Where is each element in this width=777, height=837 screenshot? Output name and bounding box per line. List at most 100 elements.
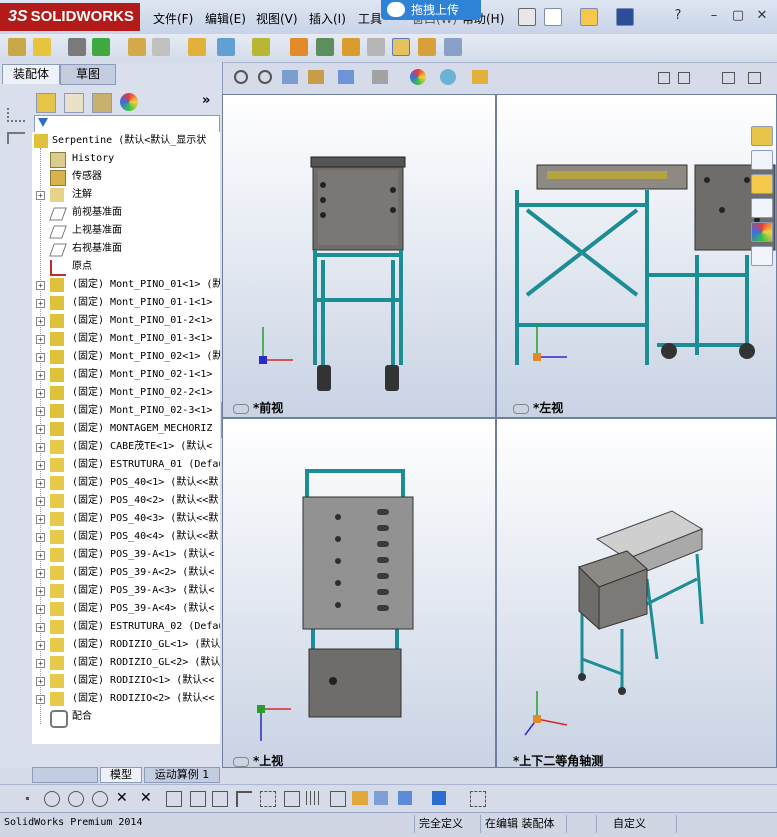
appearance-tab-icon[interactable]	[120, 93, 138, 111]
task-pane-appearances-icon[interactable]	[751, 222, 773, 242]
expand-icon[interactable]: +	[36, 335, 45, 344]
filter-bar[interactable]	[34, 115, 220, 133]
tile-horizontal-icon[interactable]	[678, 72, 690, 84]
tree-item[interactable]: + (固定) RODIZIO_GL<1> (默认	[32, 636, 220, 654]
tree-item[interactable]: + (固定) Mont_PINO_01<1> (默	[32, 276, 220, 294]
tree-item[interactable]: + (固定) Mont_PINO_01-2<1>	[32, 312, 220, 330]
expand-icon[interactable]: +	[36, 641, 45, 650]
pin-icon[interactable]	[518, 8, 536, 26]
expand-icon[interactable]: +	[36, 623, 45, 632]
expand-icon[interactable]: +	[36, 281, 45, 290]
snapshot-icon[interactable]	[444, 38, 462, 56]
menu-tools[interactable]: 工具	[358, 10, 382, 27]
tree-item[interactable]: + (固定) RODIZIO_GL<2> (默认	[32, 654, 220, 672]
tree-item[interactable]: 配合	[32, 708, 220, 728]
display-style-icon[interactable]	[372, 70, 388, 84]
trim-icon[interactable]: ✕	[116, 791, 130, 805]
line-icon[interactable]	[236, 791, 252, 807]
close-button[interactable]: ✕	[753, 8, 771, 24]
minimize-button[interactable]: –	[705, 8, 723, 24]
tree-item[interactable]: + (固定) Mont_PINO_01-3<1>	[32, 330, 220, 348]
tree-item[interactable]: + (固定) ESTRUTURA_01 (Defau	[32, 456, 220, 474]
section-view-icon[interactable]	[308, 70, 324, 84]
expand-icon[interactable]: +	[36, 389, 45, 398]
tab-motion-study[interactable]: 运动算例 1	[144, 767, 220, 783]
task-pane-view-palette-icon[interactable]	[751, 198, 773, 218]
restore-viewport-icon[interactable]	[722, 72, 735, 84]
tree-item[interactable]: + (固定) POS_39-A<4> (默认<	[32, 600, 220, 618]
tree-item[interactable]: + (固定) Mont_PINO_02<1> (默	[32, 348, 220, 366]
view-orientation-icon[interactable]	[338, 70, 354, 84]
tree-item[interactable]: 右视基准面	[32, 240, 220, 258]
tree-item[interactable]: + (固定) POS_39-A<3> (默认<	[32, 582, 220, 600]
fillet-icon[interactable]	[212, 791, 228, 807]
tree-item[interactable]: + (固定) Mont_PINO_02-3<1>	[32, 402, 220, 420]
tree-item[interactable]: + (固定) POS_40<4> (默认<<默	[32, 528, 220, 546]
update-icon[interactable]	[418, 38, 436, 56]
task-pane-custom-properties-icon[interactable]	[751, 246, 773, 266]
expand-icon[interactable]: +	[36, 659, 45, 668]
slot-icon[interactable]	[284, 791, 300, 807]
tree-item[interactable]: + (固定) POS_39-A<1> (默认<	[32, 546, 220, 564]
instant3d-icon[interactable]	[392, 38, 410, 56]
expand-icon[interactable]: +	[36, 569, 45, 578]
tree-item[interactable]: 传感器	[32, 168, 220, 186]
menu-file[interactable]: 文件(F)	[153, 10, 193, 27]
tree-item[interactable]: + (固定) RODIZIO<1> (默认<<	[32, 672, 220, 690]
link-views-icon[interactable]	[233, 756, 249, 767]
relations-icon[interactable]	[470, 791, 486, 807]
expand-icon[interactable]: +	[36, 425, 45, 434]
tree-item[interactable]: + (固定) Mont_PINO_01-1<1>	[32, 294, 220, 312]
help-icon[interactable]: ?	[669, 8, 687, 24]
tree-item[interactable]: 上视基准面	[32, 222, 220, 240]
link-views-icon[interactable]	[513, 403, 529, 414]
menu-insert[interactable]: 插入(I)	[309, 10, 346, 27]
upload-button[interactable]: 拖拽上传	[381, 0, 481, 20]
propertymanager-tab-icon[interactable]	[64, 93, 84, 113]
assembly-tool-icon[interactable]	[8, 38, 26, 56]
sketch-line-icon[interactable]	[7, 132, 25, 144]
task-pane-design-library-icon[interactable]	[751, 150, 773, 170]
tab-scroll-arrows[interactable]	[32, 767, 98, 783]
tree-item[interactable]: + (固定) ESTRUTURA_02 (Defau	[32, 618, 220, 636]
expand-icon[interactable]: +	[36, 371, 45, 380]
zoom-to-area-icon[interactable]	[258, 70, 272, 84]
bill-of-materials-icon[interactable]	[316, 38, 334, 56]
point-icon[interactable]	[26, 797, 29, 800]
edit-appearance-icon[interactable]	[410, 69, 426, 85]
expand-icon[interactable]: +	[36, 317, 45, 326]
maximize-viewport-icon[interactable]	[748, 72, 761, 84]
zoom-to-fit-icon[interactable]	[234, 70, 248, 84]
new-document-icon[interactable]	[544, 8, 562, 26]
tree-item[interactable]: + (固定) MONTAGEM_MECHORIZ	[32, 420, 220, 438]
task-pane-resources-icon[interactable]	[751, 126, 773, 146]
tree-item[interactable]: + (固定) CABE茂TE<1> (默认<	[32, 438, 220, 456]
tree-root[interactable]: Serpentine (默认<默认_显示状	[32, 132, 220, 150]
extend-icon[interactable]: ✕	[140, 791, 154, 805]
expand-icon[interactable]: +	[36, 695, 45, 704]
move-component-icon[interactable]	[152, 38, 170, 56]
open-folder-icon[interactable]	[580, 8, 598, 26]
expand-icon[interactable]: +	[36, 677, 45, 686]
tree-item[interactable]: + (固定) RODIZIO<2> (默认<<	[32, 690, 220, 708]
new-motion-study-icon[interactable]	[290, 38, 308, 56]
tree-item[interactable]: + (固定) POS_40<1> (默认<<默	[32, 474, 220, 492]
expand-icon[interactable]: +	[36, 461, 45, 470]
insert-block-icon[interactable]	[352, 791, 368, 805]
status-help-icon[interactable]	[676, 815, 706, 833]
tile-vertical-icon[interactable]	[658, 72, 670, 84]
reference-geometry-icon[interactable]	[252, 38, 270, 56]
task-pane-file-explorer-icon[interactable]	[751, 174, 773, 194]
expand-icon[interactable]: +	[36, 605, 45, 614]
solidworks-logo[interactable]: 3S SOLIDWORKS	[0, 3, 140, 31]
expand-icon[interactable]: +	[36, 479, 45, 488]
expand-icon[interactable]: +	[36, 587, 45, 596]
tree-item[interactable]: + (固定) POS_39-A<2> (默认<	[32, 564, 220, 582]
menu-view[interactable]: 视图(V)	[256, 10, 298, 27]
tree-item[interactable]: 原点	[32, 258, 220, 276]
expand-icon[interactable]: +	[36, 497, 45, 506]
mate-icon[interactable]	[68, 38, 86, 56]
link-views-icon[interactable]	[233, 403, 249, 414]
mirror-icon[interactable]	[190, 791, 206, 807]
expand-icon[interactable]: +	[36, 299, 45, 308]
